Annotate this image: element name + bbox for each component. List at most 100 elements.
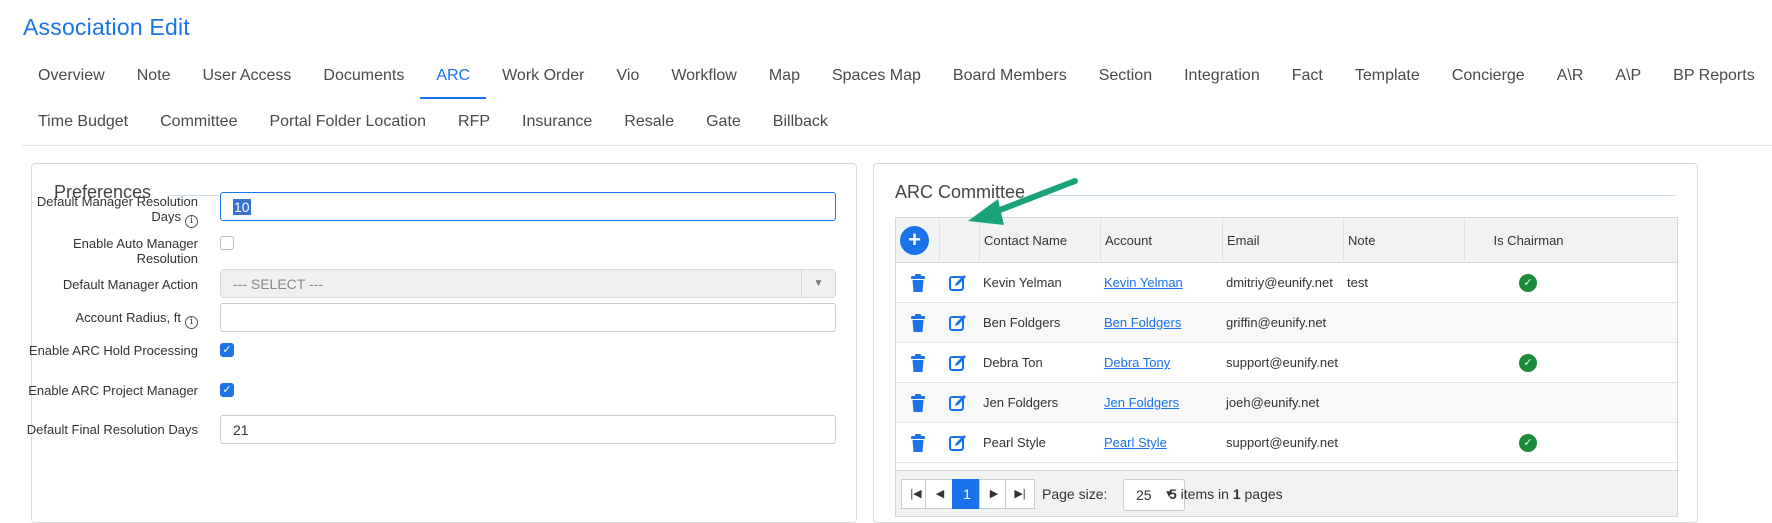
default-final-resolution-days-label: Default Final Resolution Days: [26, 422, 198, 437]
enable-arc-project-manager-checkbox[interactable]: ✓: [220, 383, 234, 397]
tab-overview[interactable]: Overview: [22, 56, 121, 97]
tab-bp-reports[interactable]: BP Reports: [1657, 56, 1771, 97]
page-button-current[interactable]: 1: [952, 479, 982, 509]
default-manager-action-select[interactable]: --- SELECT --- ▼: [220, 269, 836, 298]
header-is-chairman[interactable]: Is Chairman: [1464, 218, 1592, 263]
tab-user-access[interactable]: User Access: [186, 56, 307, 97]
tab-billback[interactable]: Billback: [757, 102, 844, 143]
edit-icon[interactable]: [949, 394, 967, 412]
cell-account: Jen Foldgers: [1100, 383, 1179, 423]
info-icon[interactable]: i: [185, 316, 198, 329]
cell-contact-name: Jen Foldgers: [983, 395, 1059, 410]
header-note[interactable]: Note: [1343, 218, 1464, 263]
enable-arc-hold-processing-checkbox[interactable]: ✓: [220, 343, 234, 357]
default-manager-resolution-days-input[interactable]: 10: [220, 192, 836, 221]
page-size-label: Page size:: [1042, 486, 1108, 502]
table-row: Ben Foldgers Ben Foldgers griffin@eunify.n…: [896, 303, 1677, 343]
annotation-arrow-icon: [968, 178, 1078, 225]
cell-note: [1343, 303, 1347, 343]
account-link[interactable]: Pearl Style: [1104, 435, 1167, 450]
cell-note: [1343, 383, 1347, 423]
enable-arc-project-manager-label: Enable ARC Project Manager: [28, 383, 198, 398]
edit-icon[interactable]: [949, 354, 967, 372]
tab-concierge[interactable]: Concierge: [1436, 56, 1541, 97]
header-account[interactable]: Account: [1100, 218, 1222, 263]
tab-board-members[interactable]: Board Members: [937, 56, 1083, 97]
account-radius-label: Account Radius, ft i: [18, 310, 198, 329]
cell-contact-name: Pearl Style: [983, 435, 1046, 450]
trash-icon[interactable]: [910, 314, 926, 332]
cell-email: dmitriy@eunify.net: [1226, 275, 1333, 290]
tab-integration[interactable]: Integration: [1168, 56, 1276, 97]
trash-icon[interactable]: [910, 434, 926, 452]
cell-account: Debra Tony: [1100, 343, 1170, 383]
tab-rfp[interactable]: RFP: [442, 102, 506, 143]
enable-auto-manager-resolution-checkbox[interactable]: [220, 236, 234, 250]
table-row: Kevin Yelman Kevin Yelman dmitriy@eunify.n…: [896, 263, 1677, 303]
preferences-panel: Preferences Default Manager Resolution D…: [27, 163, 857, 523]
page-title: Association Edit: [23, 14, 190, 40]
cell-contact-name: Ben Foldgers: [983, 315, 1061, 330]
account-link[interactable]: Kevin Yelman: [1104, 275, 1183, 290]
tab-vio[interactable]: Vio: [601, 56, 656, 97]
add-member-button[interactable]: +: [900, 226, 929, 255]
tab-documents[interactable]: Documents: [307, 56, 420, 97]
cell-contact-name: Debra Ton: [983, 355, 1043, 370]
prev-page-button[interactable]: ◀: [925, 479, 955, 509]
check-circle-icon: ✓: [1519, 354, 1537, 372]
check-circle-icon: ✓: [1519, 434, 1537, 452]
default-manager-action-label: Default Manager Action: [62, 277, 198, 292]
last-page-button[interactable]: ▶|: [1005, 479, 1035, 509]
trash-icon[interactable]: [910, 274, 926, 292]
tab-spaces-map[interactable]: Spaces Map: [816, 56, 937, 97]
tab-a-r[interactable]: A\R: [1541, 56, 1600, 97]
cell-contact-name: Kevin Yelman: [983, 275, 1062, 290]
cell-note: test: [1347, 275, 1368, 290]
cell-email: support@eunify.net: [1226, 435, 1338, 450]
arc-committee-grid: + Contact Name Account Email Note Is Cha…: [895, 217, 1678, 517]
tab-work-order[interactable]: Work Order: [486, 56, 600, 97]
tab-bar: Overview Note User Access Documents ARC Work …: [22, 56, 1772, 146]
tab-workflow[interactable]: Workflow: [655, 56, 753, 97]
enable-arc-hold-processing-label: Enable ARC Hold Processing: [28, 343, 198, 358]
cell-email: joeh@eunify.net: [1226, 395, 1320, 410]
cell-note: [1343, 423, 1347, 463]
edit-icon[interactable]: [949, 274, 967, 292]
tab-map[interactable]: Map: [753, 56, 816, 97]
tab-portal-folder-location[interactable]: Portal Folder Location: [253, 102, 442, 143]
edit-icon[interactable]: [949, 434, 967, 452]
cell-account: Pearl Style: [1100, 423, 1167, 463]
chevron-down-icon: ▼: [801, 270, 835, 297]
edit-icon[interactable]: [949, 314, 967, 332]
tab-template[interactable]: Template: [1339, 56, 1436, 97]
tab-resale[interactable]: Resale: [608, 102, 690, 143]
enable-auto-manager-resolution-label: Enable Auto Manager Resolution: [72, 236, 198, 266]
tab-arc[interactable]: ARC: [420, 56, 486, 99]
cell-email: griffin@eunify.net: [1226, 315, 1327, 330]
tab-time-budget[interactable]: Time Budget: [22, 102, 144, 143]
tab-fact[interactable]: Fact: [1276, 56, 1339, 97]
cell-account: Ben Foldgers: [1100, 303, 1181, 343]
trash-icon[interactable]: [910, 394, 926, 412]
table-row: Debra Ton Debra Tony support@eunify.net ✓: [896, 343, 1677, 383]
cell-account: Kevin Yelman: [1100, 263, 1183, 303]
account-link[interactable]: Jen Foldgers: [1104, 395, 1179, 410]
table-row: Jen Foldgers Jen Foldgers joeh@eunify.net: [896, 383, 1677, 423]
header-email[interactable]: Email: [1222, 218, 1343, 263]
table-row: Pearl Style Pearl Style support@eunify.net…: [896, 423, 1677, 463]
default-final-resolution-days-input[interactable]: 21: [220, 415, 836, 444]
check-circle-icon: ✓: [1519, 274, 1537, 292]
trash-icon[interactable]: [910, 354, 926, 372]
info-icon[interactable]: i: [185, 215, 198, 228]
account-radius-input[interactable]: [220, 303, 836, 332]
tab-a-p[interactable]: A\P: [1599, 56, 1657, 97]
default-manager-resolution-days-label: Default Manager Resolution Days i: [36, 194, 198, 228]
tab-note[interactable]: Note: [121, 56, 187, 97]
tab-gate[interactable]: Gate: [690, 102, 757, 143]
account-link[interactable]: Ben Foldgers: [1104, 315, 1181, 330]
account-link[interactable]: Debra Tony: [1104, 355, 1170, 370]
tab-section[interactable]: Section: [1083, 56, 1168, 97]
grid-pager: |◀ ◀ 1 ▶ ▶| Page size: 25 ▼ 5 items in 1 …: [896, 470, 1677, 516]
tab-insurance[interactable]: Insurance: [506, 102, 608, 143]
tab-committee[interactable]: Committee: [144, 102, 253, 143]
